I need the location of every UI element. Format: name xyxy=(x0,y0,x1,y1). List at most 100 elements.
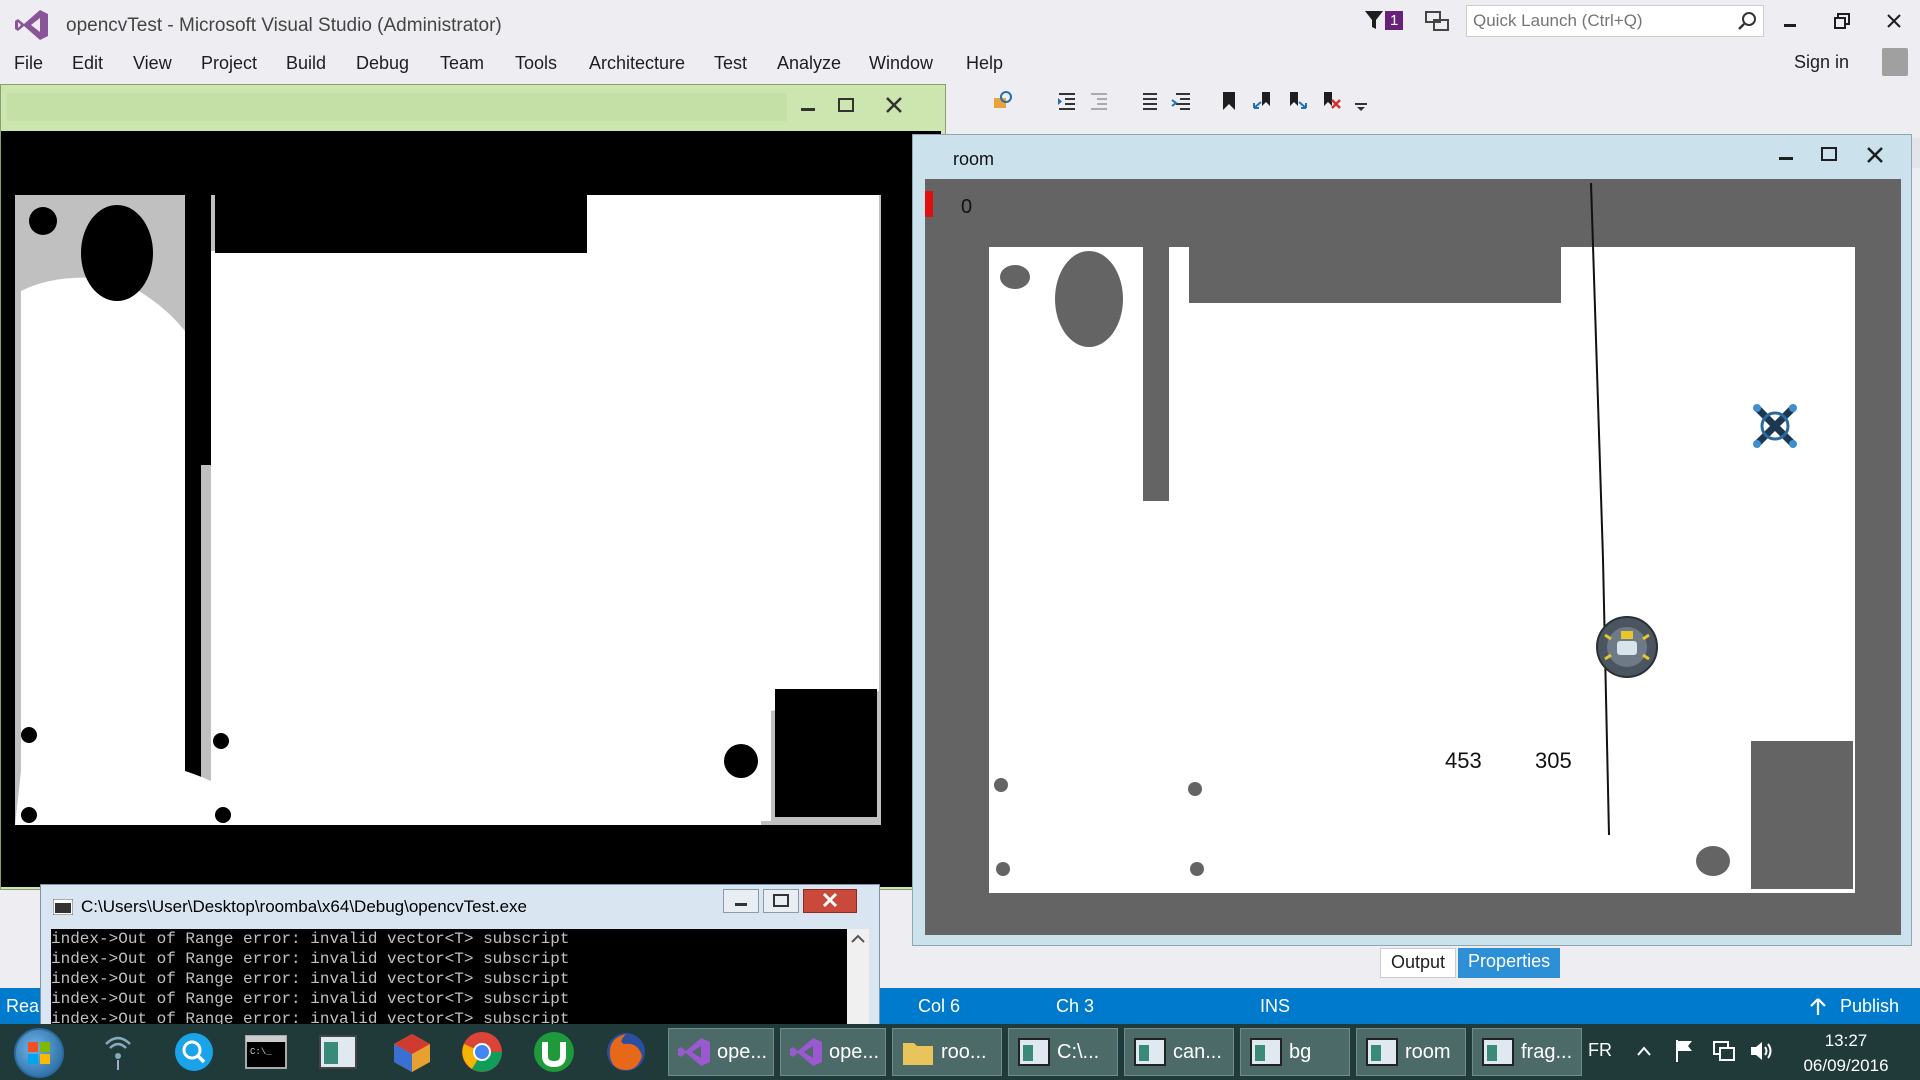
menu-tools[interactable]: Tools xyxy=(515,53,557,74)
minimize-button[interactable] xyxy=(1768,6,1812,36)
status-column: Col 6 xyxy=(918,996,961,1016)
utorrent-icon[interactable] xyxy=(532,1030,576,1074)
room-minimize-button[interactable] xyxy=(1765,143,1805,169)
menu-project[interactable]: Project xyxy=(201,53,257,74)
console-line: index->Out of Range error: invalid vecto… xyxy=(51,970,570,988)
window-app-icon xyxy=(1250,1038,1282,1066)
publish-button[interactable]: Publish xyxy=(1840,996,1899,1017)
scroll-up-icon[interactable] xyxy=(847,929,869,949)
action-center-flag-icon[interactable] xyxy=(1674,1038,1696,1064)
taskbar-canny[interactable]: can... xyxy=(1124,1028,1234,1076)
taskbar-folder[interactable]: roo... xyxy=(892,1028,1002,1076)
taskbar-bg[interactable]: bg xyxy=(1240,1028,1350,1076)
sign-in-link[interactable]: Sign in xyxy=(1794,52,1849,73)
map-minimize-button[interactable] xyxy=(791,93,825,119)
network-tray-icon[interactable] xyxy=(1712,1038,1736,1064)
menu-bar: File Edit View Project Build Debug Team … xyxy=(0,50,1920,80)
small-obstacle xyxy=(1696,846,1730,876)
rubiks-cube-icon[interactable] xyxy=(390,1030,434,1074)
outdent-icon[interactable] xyxy=(1088,90,1110,112)
taskbar-console[interactable]: C:\... xyxy=(1008,1028,1118,1076)
search-app-icon[interactable] xyxy=(172,1030,216,1074)
tool-window-tabs: Output Properties xyxy=(1380,948,1562,978)
close-icon xyxy=(1887,14,1901,28)
menu-view[interactable]: View xyxy=(133,53,172,74)
restore-button[interactable] xyxy=(1820,6,1864,36)
clock-time[interactable]: 13:27 xyxy=(1796,1031,1896,1051)
menu-edit[interactable]: Edit xyxy=(72,53,103,74)
restore-icon xyxy=(1834,13,1850,29)
map-maximize-button[interactable] xyxy=(829,93,863,119)
menu-window[interactable]: Window xyxy=(869,53,933,74)
language-indicator[interactable]: FR xyxy=(1588,1040,1612,1061)
taskbar-vs-1[interactable]: ope... xyxy=(668,1028,774,1076)
obstacle xyxy=(724,744,758,778)
task-label: bg xyxy=(1289,1040,1312,1063)
obstacle xyxy=(215,195,587,253)
task-label: can... xyxy=(1173,1040,1222,1063)
menu-help[interactable]: Help xyxy=(966,53,1003,74)
chrome-icon[interactable] xyxy=(460,1030,504,1074)
menu-architecture[interactable]: Architecture xyxy=(589,53,685,74)
find-in-files-icon[interactable] xyxy=(992,90,1014,112)
uncomment-lines-icon[interactable] xyxy=(1170,90,1192,112)
readout-right: 305 xyxy=(1535,748,1572,773)
room-window: room 0 453 305 xyxy=(912,134,1912,946)
coverage-map-image xyxy=(15,195,881,825)
close-button[interactable] xyxy=(1872,6,1916,36)
taskbar-room[interactable]: room xyxy=(1356,1028,1466,1076)
window-app-icon[interactable] xyxy=(316,1030,360,1074)
obstacle xyxy=(215,807,231,823)
quick-launch-input[interactable] xyxy=(1467,6,1717,36)
title-bar-blur xyxy=(7,93,787,121)
furniture xyxy=(1189,247,1561,303)
room-maximize-button[interactable] xyxy=(1809,143,1849,169)
console-minimize-button[interactable] xyxy=(723,889,759,913)
console-maximize-button[interactable] xyxy=(763,889,799,913)
previous-bookmark-icon[interactable] xyxy=(1252,90,1274,112)
clock-date[interactable]: 06/09/2016 xyxy=(1796,1056,1896,1076)
map-close-button[interactable] xyxy=(867,91,921,119)
readout-left: 453 xyxy=(1445,748,1482,773)
tab-output[interactable]: Output xyxy=(1380,948,1457,978)
clear-bookmarks-icon[interactable] xyxy=(1320,90,1342,112)
show-hidden-icons-icon[interactable] xyxy=(1636,1044,1652,1058)
next-bookmark-icon[interactable] xyxy=(1286,90,1308,112)
feedback-icon[interactable] xyxy=(1424,9,1452,35)
search-icon[interactable] xyxy=(1737,11,1757,31)
bookmark-icon[interactable] xyxy=(1218,90,1240,112)
menu-file[interactable]: File xyxy=(14,53,43,74)
taskbar-fragment[interactable]: frag... xyxy=(1472,1028,1582,1076)
comment-lines-icon[interactable] xyxy=(1137,90,1159,112)
minimize-icon xyxy=(735,903,747,906)
map-canvas xyxy=(1,131,941,887)
toolbar-overflow-icon[interactable] xyxy=(1350,90,1372,112)
quick-launch-box[interactable] xyxy=(1466,5,1764,37)
account-icon[interactable] xyxy=(1882,48,1908,76)
firefox-icon[interactable] xyxy=(604,1030,648,1074)
close-icon xyxy=(886,97,902,113)
start-button[interactable] xyxy=(14,1028,64,1078)
command-prompt-icon[interactable]: C:\_ xyxy=(244,1030,288,1074)
room-window-title: room xyxy=(953,149,995,169)
indent-icon[interactable] xyxy=(1056,90,1078,112)
menu-analyze[interactable]: Analyze xyxy=(777,53,841,74)
menu-test[interactable]: Test xyxy=(714,53,747,74)
room-close-button[interactable] xyxy=(1855,143,1895,169)
vs-title-bar: opencvTest - Microsoft Visual Studio (Ad… xyxy=(0,0,1920,50)
tab-properties[interactable]: Properties xyxy=(1458,948,1561,978)
menu-debug[interactable]: Debug xyxy=(356,53,409,74)
obstacle xyxy=(213,733,229,749)
notifications-button[interactable]: 1 xyxy=(1364,9,1404,31)
minimize-icon xyxy=(801,108,815,111)
console-close-button[interactable] xyxy=(803,889,857,913)
network-icon[interactable] xyxy=(96,1030,140,1074)
minimize-icon xyxy=(1779,157,1793,160)
menu-build[interactable]: Build xyxy=(286,53,326,74)
publish-arrow-icon[interactable] xyxy=(1810,998,1826,1016)
room-simulation-image: 0 453 305 xyxy=(925,182,1855,893)
menu-team[interactable]: Team xyxy=(440,53,484,74)
volume-icon[interactable] xyxy=(1748,1038,1774,1064)
taskbar-vs-2[interactable]: ope... xyxy=(780,1028,886,1076)
wall xyxy=(1143,247,1169,501)
